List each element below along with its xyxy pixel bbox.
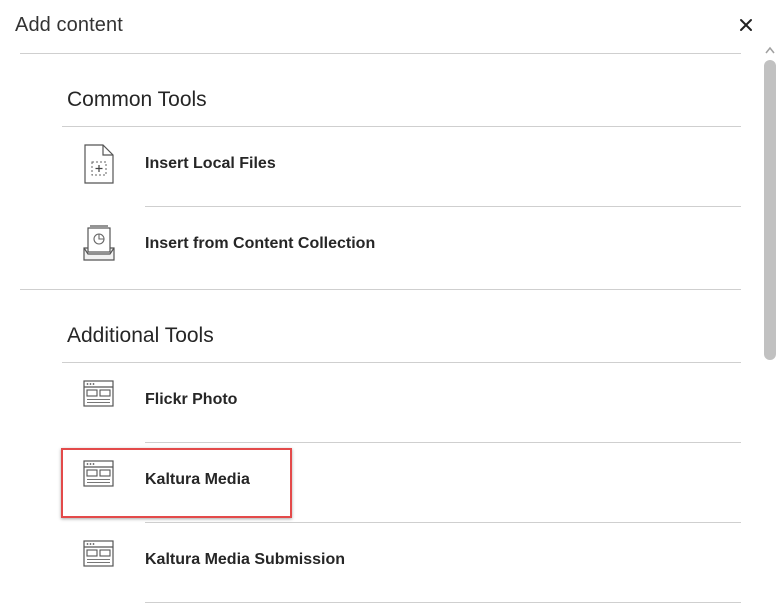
tool-label: Kaltura Media [145,471,250,488]
section-heading-common-tools: Common Tools [67,88,207,111]
dialog-title: Add content [15,14,123,36]
close-button[interactable] [735,14,757,36]
scrollbar-thumb[interactable] [764,60,776,360]
scroll-up-arrow-icon[interactable] [764,45,776,55]
tool-kaltura-media[interactable]: Kaltura Media [62,442,741,522]
file-add-icon [84,144,114,184]
add-content-dialog: Add content Common Tools Insert Local Fi… [0,0,779,615]
item-divider [145,602,741,603]
tool-label: Flickr Photo [145,391,238,408]
tool-flickr-photo[interactable]: Flickr Photo [62,362,741,442]
header-divider [20,53,741,54]
section-divider [20,289,741,290]
tool-insert-from-content-collection[interactable]: Insert from Content Collection [62,206,741,286]
tool-kaltura-media-submission[interactable]: Kaltura Media Submission [62,522,741,602]
tool-insert-local-files[interactable]: Insert Local Files [62,126,741,206]
dialog-header: Add content [0,0,779,52]
browser-window-icon [83,380,114,407]
browser-window-icon [83,540,114,567]
content-collection-icon [83,225,115,261]
tool-label: Insert from Content Collection [145,235,376,252]
tool-label: Insert Local Files [145,155,276,172]
close-icon [740,19,752,31]
browser-window-icon [83,460,114,487]
section-heading-additional-tools: Additional Tools [67,324,214,347]
tool-label: Kaltura Media Submission [145,551,346,568]
